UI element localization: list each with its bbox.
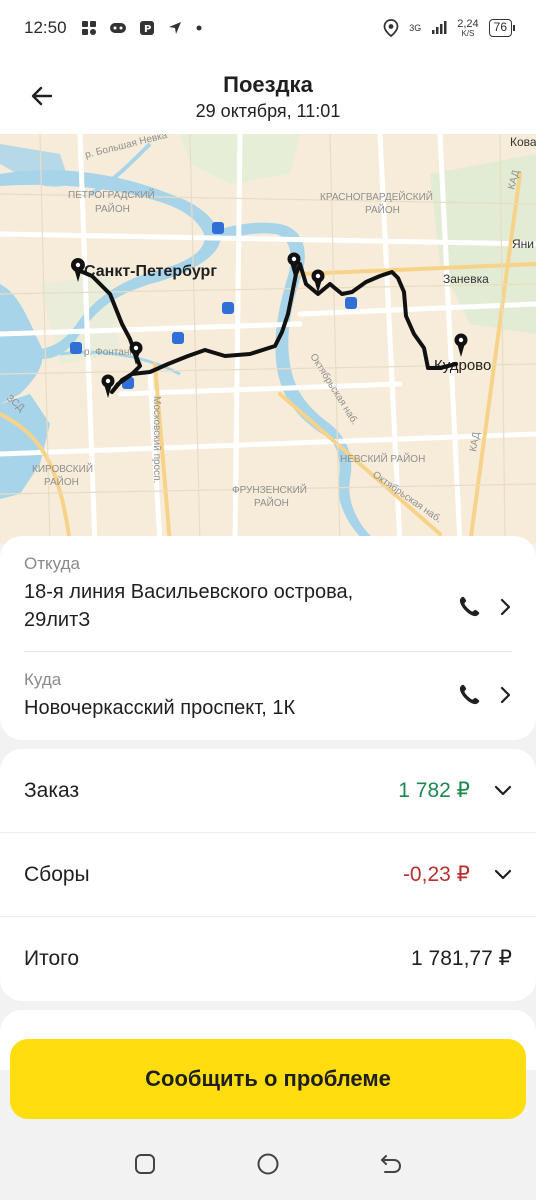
map-label-krasnogvardeysky: КРАСНОГВАРДЕЙСКИЙ bbox=[320, 190, 433, 203]
map-label-moskovsky: Московский просп. bbox=[151, 396, 162, 483]
data-speed: 2,24 K/S bbox=[457, 17, 479, 38]
map-label-oktyabrskaya-2: Октябрьская наб. bbox=[370, 469, 444, 526]
phone-icon[interactable] bbox=[456, 682, 482, 708]
order-amount: 1 782 ₽ bbox=[398, 779, 470, 802]
map-label-petrogradsky-rayon: РАЙОН bbox=[95, 202, 130, 215]
trip-date: 29 октября, 11:01 bbox=[195, 101, 341, 121]
map-label-frunzensky-rayon: РАЙОН bbox=[254, 496, 289, 509]
map-canvas: ПЕТРОГРАДСКИЙ РАЙОН КРАСНОГВАРДЕЙСКИЙ РА… bbox=[0, 134, 536, 544]
map-label-nevsky: НЕВСКИЙ РАЙОН bbox=[340, 452, 425, 465]
fees-label: Сборы bbox=[24, 862, 90, 886]
map-label-kad-2: КАД bbox=[468, 431, 482, 452]
phone-icon[interactable] bbox=[456, 594, 482, 620]
from-address-line1: 18-я линия Васильевского острова, bbox=[24, 581, 354, 603]
network-type: 3G bbox=[409, 22, 422, 33]
home-icon[interactable] bbox=[256, 1152, 280, 1176]
chevron-down-icon[interactable] bbox=[494, 785, 512, 797]
location-icon bbox=[383, 19, 399, 37]
map-pin-icon bbox=[101, 374, 115, 398]
to-actions bbox=[456, 682, 512, 708]
parking-icon: P bbox=[139, 21, 154, 35]
to-label: Куда bbox=[24, 670, 62, 689]
notification-icons: P bbox=[81, 20, 203, 36]
map-pin-icon bbox=[454, 333, 468, 357]
status-bar: 12:50 P 3G 2,24 K/S 76 bbox=[0, 0, 536, 56]
app-grid-icon bbox=[81, 21, 96, 35]
navigation-arrow-icon bbox=[168, 22, 181, 34]
chevron-right-icon[interactable] bbox=[500, 686, 512, 704]
order-price-row[interactable]: Заказ 1 782 ₽ bbox=[0, 749, 536, 832]
total-amount: 1 781,77 ₽ bbox=[411, 947, 512, 970]
map-label-petrogradsky: ПЕТРОГРАДСКИЙ bbox=[68, 188, 155, 201]
total-row: Итого 1 781,77 ₽ bbox=[0, 917, 536, 1000]
data-speed-value: 2,24 bbox=[457, 17, 479, 30]
price-breakdown-card: Заказ 1 782 ₽ Сборы -0,23 ₽ Итого 1 781,… bbox=[0, 749, 536, 1001]
data-speed-unit: K/S bbox=[461, 28, 475, 38]
address-divider bbox=[24, 651, 512, 652]
status-time: 12:50 bbox=[24, 18, 67, 37]
from-address: 18-я линия Васильевского острова, 29литЗ bbox=[24, 578, 512, 634]
route-map[interactable]: ПЕТРОГРАДСКИЙ РАЙОН КРАСНОГВАРДЕЙСКИЙ РА… bbox=[0, 134, 536, 544]
map-label-kirovsky-rayon: РАЙОН bbox=[44, 475, 79, 488]
map-label-krasnogvardeysky-rayon: РАЙОН bbox=[365, 203, 400, 216]
signal-icon bbox=[432, 21, 447, 34]
gamepad-icon bbox=[109, 23, 126, 33]
to-address-row[interactable]: Куда Новочеркасский проспект, 1К bbox=[24, 670, 512, 722]
dot-icon bbox=[196, 25, 202, 31]
map-label-city: Санкт-Петербург bbox=[84, 263, 217, 280]
map-label-frunzensky: ФРУНЗЕНСКИЙ bbox=[232, 483, 307, 496]
chevron-down-icon[interactable] bbox=[494, 869, 512, 881]
map-label-yani: Яни bbox=[512, 237, 534, 251]
map-label-zanevka: Заневка bbox=[443, 272, 489, 286]
system-nav-bar bbox=[0, 1128, 536, 1200]
from-actions bbox=[456, 594, 512, 620]
battery-indicator: 76 bbox=[488, 19, 516, 37]
order-label: Заказ bbox=[24, 778, 80, 802]
svg-text:P: P bbox=[144, 24, 151, 35]
chevron-right-icon[interactable] bbox=[500, 598, 512, 616]
page-title: Поездка bbox=[223, 72, 313, 97]
total-label: Итого bbox=[24, 946, 80, 970]
from-address-row[interactable]: Откуда 18-я линия Васильевского острова,… bbox=[24, 554, 512, 634]
system-indicators: 3G 2,24 K/S 76 bbox=[383, 17, 516, 38]
from-address-line2: 29литЗ bbox=[24, 609, 91, 631]
to-address: Новочеркасский проспект, 1К bbox=[24, 697, 296, 719]
recent-apps-icon[interactable] bbox=[133, 1152, 157, 1176]
top-bar: Поездка 29 октября, 11:01 bbox=[0, 56, 536, 134]
report-problem-button[interactable]: Сообщить о проблеме bbox=[10, 1039, 526, 1119]
fees-row[interactable]: Сборы -0,23 ₽ bbox=[0, 833, 536, 916]
map-label-kova: Кова bbox=[510, 135, 536, 149]
map-label-kirovsky: КИРОВСКИЙ bbox=[32, 462, 93, 475]
back-nav-icon[interactable] bbox=[379, 1152, 403, 1176]
fees-amount: -0,23 ₽ bbox=[402, 863, 470, 886]
address-card: Откуда 18-я линия Васильевского острова,… bbox=[0, 536, 536, 740]
from-label: Откуда bbox=[24, 554, 80, 573]
map-label-b-nevka: р. Большая Невка bbox=[84, 134, 169, 161]
